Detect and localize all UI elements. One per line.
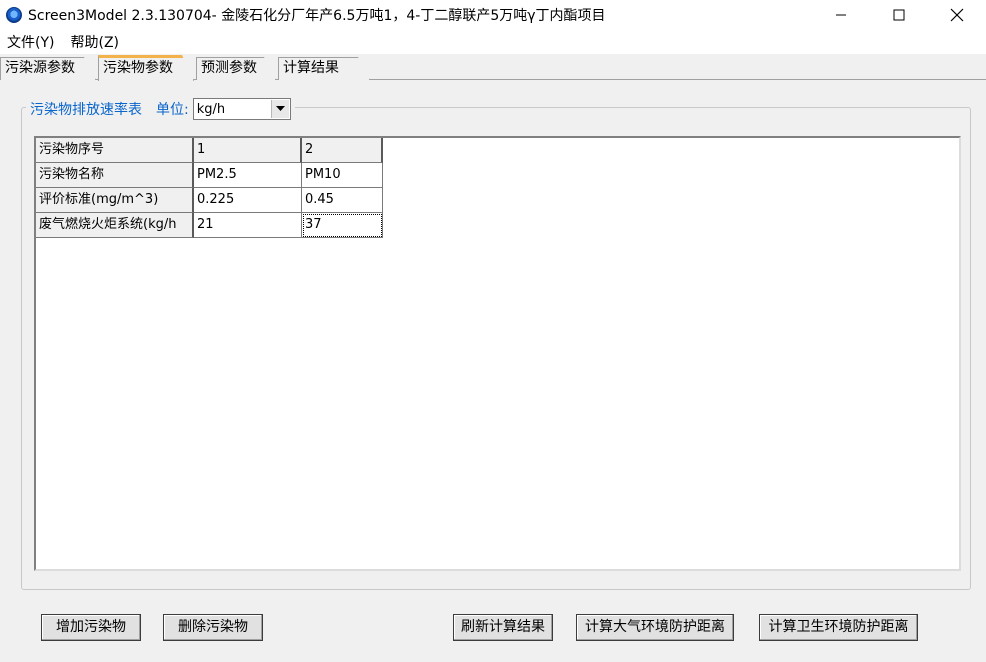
- group-header: 污染物排放速率表 单位: kg/h: [26, 96, 295, 122]
- maximize-button[interactable]: [870, 0, 928, 30]
- maximize-icon: [893, 9, 905, 21]
- group-title: 污染物排放速率表: [30, 102, 142, 118]
- tab-pollutant-params[interactable]: 污染物参数: [98, 55, 194, 81]
- tab-source-params[interactable]: 污染源参数: [0, 57, 96, 80]
- table-row: 污染物序号 1 2: [36, 138, 383, 163]
- row-header: 废气燃烧火炬系统(kg/h: [36, 213, 194, 238]
- grid-cell[interactable]: 0.225: [194, 188, 302, 213]
- tab-calc-results[interactable]: 计算结果: [278, 57, 370, 80]
- minimize-button[interactable]: [812, 0, 870, 30]
- table-row: 污染物名称 PM2.5 PM10: [36, 163, 383, 188]
- tab-strip: 污染源参数 污染物参数 预测参数 计算结果: [0, 54, 986, 80]
- unit-label: 单位:: [156, 102, 189, 118]
- menu-bar: 文件(Y) 帮助(Z): [0, 30, 986, 54]
- window-controls: [812, 0, 986, 30]
- unit-select[interactable]: kg/h: [192, 98, 291, 120]
- table-row: 评价标准(mg/m^3) 0.225 0.45: [36, 188, 383, 213]
- tab-predict-params[interactable]: 预测参数: [196, 57, 276, 80]
- row-header: 污染物名称: [36, 163, 194, 188]
- table-row: 废气燃烧火炬系统(kg/h 21 37: [36, 213, 383, 238]
- grid-cell[interactable]: 0.45: [302, 188, 383, 213]
- grid-cell: 1: [194, 138, 302, 163]
- dropdown-button[interactable]: [270, 100, 289, 118]
- add-pollutant-button[interactable]: 增加污染物: [41, 614, 141, 641]
- chevron-down-icon: [275, 106, 285, 111]
- delete-pollutant-button[interactable]: 删除污染物: [163, 614, 263, 641]
- title-bar: Screen3Model 2.3.130704- 金陵石化分厂年产6.5万吨1，…: [0, 0, 986, 30]
- grid-cell[interactable]: PM2.5: [194, 163, 302, 188]
- row-header: 污染物序号: [36, 138, 194, 163]
- menu-help[interactable]: 帮助(Z): [62, 32, 127, 52]
- window-title: Screen3Model 2.3.130704- 金陵石化分厂年产6.5万吨1，…: [28, 8, 606, 24]
- menu-file[interactable]: 文件(Y): [0, 32, 62, 52]
- close-button[interactable]: [928, 0, 986, 30]
- pollutant-grid[interactable]: 污染物序号 1 2 污染物名称 PM2.5 PM10 评价标准(mg/m^3) …: [34, 136, 961, 571]
- grid-cell[interactable]: 21: [194, 213, 302, 238]
- grid-cell[interactable]: PM10: [302, 163, 383, 188]
- row-header: 评价标准(mg/m^3): [36, 188, 194, 213]
- grid-cell: 2: [302, 138, 383, 163]
- calc-atmos-distance-button[interactable]: 计算大气环境防护距离: [576, 614, 734, 641]
- calc-health-distance-button[interactable]: 计算卫生环境防护距离: [759, 614, 918, 641]
- grid-cell-focused[interactable]: 37: [302, 213, 383, 238]
- refresh-results-button[interactable]: 刷新计算结果: [453, 614, 553, 641]
- close-icon: [950, 8, 964, 22]
- unit-value: kg/h: [196, 101, 226, 117]
- app-icon: [6, 7, 22, 23]
- minimize-icon: [836, 14, 846, 16]
